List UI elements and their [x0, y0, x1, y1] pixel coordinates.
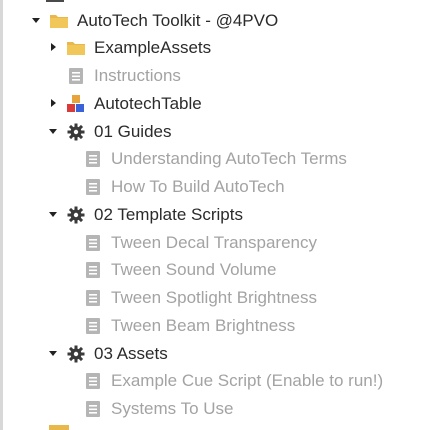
tree-item-label: Tween Beam Brightness — [111, 316, 296, 335]
tree-item-instructions[interactable]: Instructions — [0, 62, 429, 89]
script-icon — [83, 149, 103, 169]
previous-row-edge — [46, 0, 64, 2]
tree-item-02-template-scripts[interactable]: 02 Template Scripts — [0, 201, 429, 228]
tree-item-tween-decal-transparency[interactable]: Tween Decal Transparency — [0, 229, 429, 256]
chevron-down-icon[interactable] — [47, 347, 59, 359]
chevron-right-icon[interactable] — [47, 41, 59, 53]
model-icon — [66, 94, 86, 114]
tree-item-label: Tween Decal Transparency — [111, 233, 317, 252]
script-icon — [83, 177, 103, 197]
tree-item-label: 03 Assets — [94, 344, 168, 363]
tree-item-label: Understanding AutoTech Terms — [111, 149, 347, 168]
tree-item-tween-spotlight-brightness[interactable]: Tween Spotlight Brightness — [0, 284, 429, 311]
tree-item-systems-to-use[interactable]: Systems To Use — [0, 395, 429, 422]
tree-item-autotechtable[interactable]: AutotechTable — [0, 90, 429, 117]
tree-item-understanding-autotech-terms[interactable]: Understanding AutoTech Terms — [0, 145, 429, 172]
tree-item-label: 02 Template Scripts — [94, 205, 243, 224]
tree-item-label: Example Cue Script (Enable to run!) — [111, 371, 384, 390]
script-icon — [66, 66, 86, 86]
tree-item-tween-sound-volume[interactable]: Tween Sound Volume — [0, 256, 429, 283]
folder-icon — [66, 38, 86, 58]
tree-item-tween-beam-brightness[interactable]: Tween Beam Brightness — [0, 312, 429, 339]
tree-item-exampleassets[interactable]: ExampleAssets — [0, 34, 429, 61]
chevron-down-icon[interactable] — [47, 208, 59, 220]
tree-item-label: Tween Spotlight Brightness — [111, 288, 318, 307]
tree-item-how-to-build-autotech[interactable]: How To Build AutoTech — [0, 173, 429, 200]
chevron-down-icon[interactable] — [30, 14, 42, 26]
tree-item-01-guides[interactable]: 01 Guides — [0, 118, 429, 145]
next-row-folder-edge — [49, 425, 69, 430]
gear-icon — [66, 122, 86, 142]
tree-item-label: ExampleAssets — [94, 38, 212, 57]
chevron-right-icon[interactable] — [47, 97, 59, 109]
tree-item-label: Tween Sound Volume — [111, 260, 277, 279]
script-icon — [83, 233, 103, 253]
tree-item-label: AutotechTable — [94, 94, 202, 113]
script-icon — [83, 260, 103, 280]
tree-item-03-assets[interactable]: 03 Assets — [0, 340, 429, 367]
script-icon — [83, 288, 103, 308]
tree-item-example-cue-script[interactable]: Example Cue Script (Enable to run!) — [0, 367, 429, 394]
tree-item-autotech-toolkit[interactable]: AutoTech Toolkit - @4PVO — [0, 7, 429, 34]
tree-item-label: AutoTech Toolkit - @4PVO — [77, 11, 279, 30]
gear-icon — [66, 205, 86, 225]
script-icon — [83, 399, 103, 419]
explorer-panel: AutoTech Toolkit - @4PVO ExampleAssets I… — [0, 0, 429, 430]
folder-icon — [49, 11, 69, 31]
tree-item-label: Instructions — [94, 66, 181, 85]
script-icon — [83, 371, 103, 391]
script-icon — [83, 316, 103, 336]
tree-item-label: How To Build AutoTech — [111, 177, 285, 196]
chevron-down-icon[interactable] — [47, 125, 59, 137]
tree-item-label: 01 Guides — [94, 122, 172, 141]
tree-item-label: Systems To Use — [111, 399, 234, 418]
gear-icon — [66, 344, 86, 364]
